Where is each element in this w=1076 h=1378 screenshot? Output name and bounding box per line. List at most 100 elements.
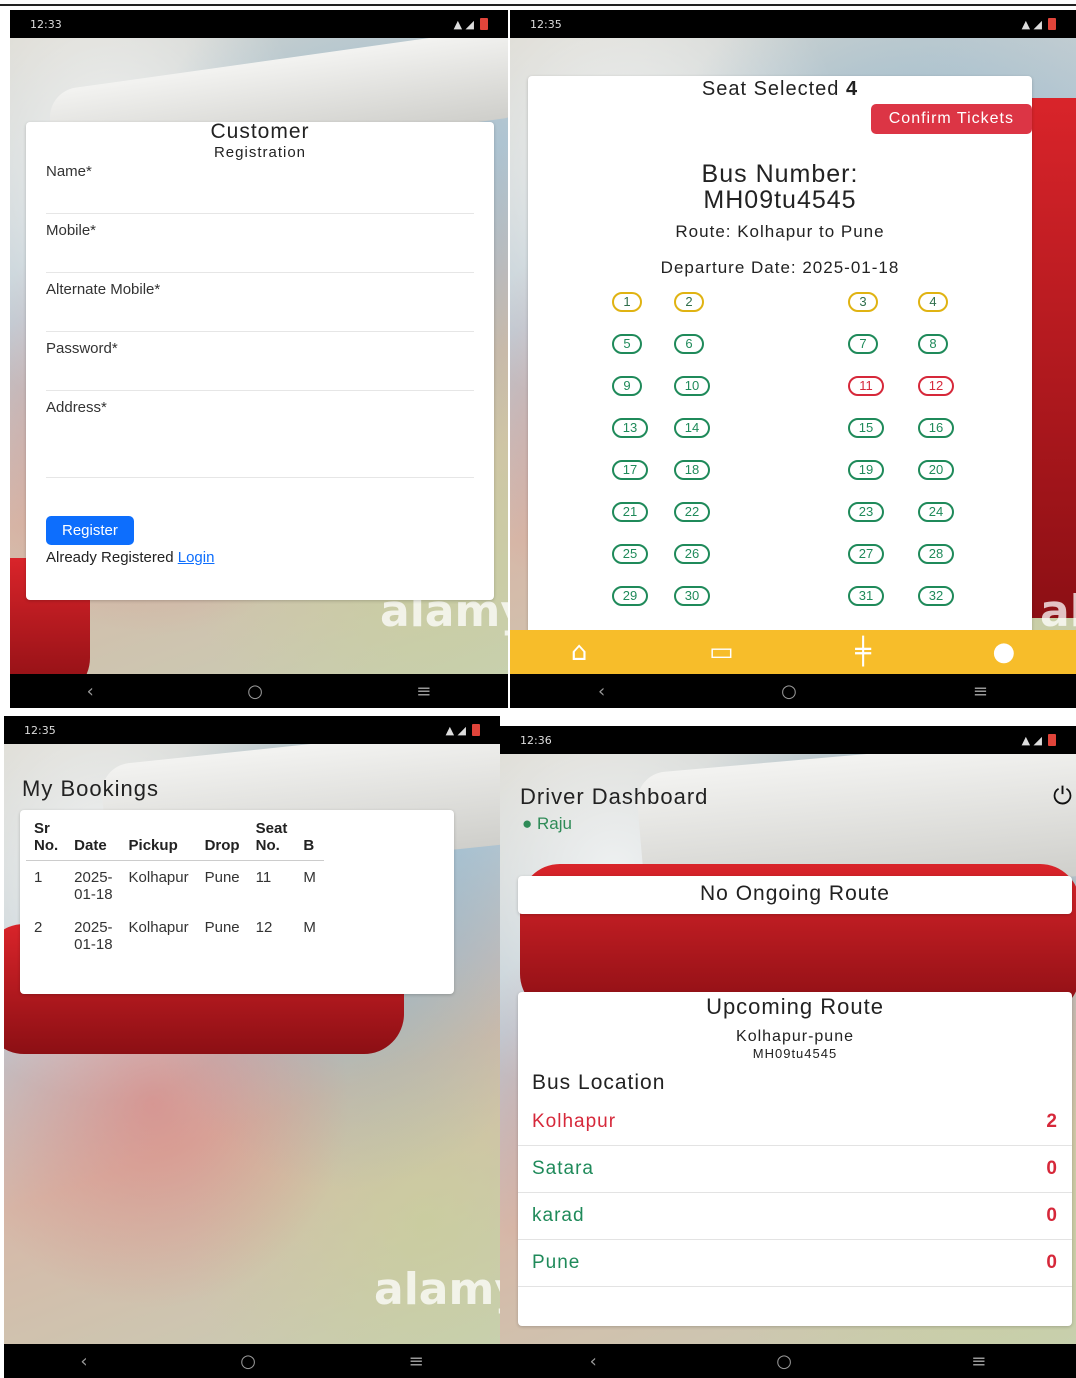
seat-7[interactable]: 7 (848, 334, 878, 354)
seat-16[interactable]: 16 (918, 418, 954, 438)
recents-icon[interactable]: ≡ (416, 681, 431, 702)
recents-icon[interactable]: ≡ (973, 681, 988, 702)
seat-6[interactable]: 6 (674, 334, 704, 354)
table-row[interactable]: 2 2025- 01-18 Kolhapur Pune 12 M (26, 911, 324, 961)
location-item[interactable]: Pune 0 (518, 1240, 1072, 1287)
seat-23[interactable]: 23 (848, 502, 884, 522)
seat-2[interactable]: 2 (674, 292, 704, 312)
header-pickup: Pickup (120, 814, 197, 861)
seat-24[interactable]: 24 (918, 502, 954, 522)
user-icon[interactable]: ● (992, 637, 1015, 667)
system-nav-bar: ‹ ○ ≡ (500, 1344, 1076, 1378)
seat-3[interactable]: 3 (848, 292, 878, 312)
address-label: Address* (46, 399, 107, 416)
seat-12[interactable]: 12 (918, 376, 954, 396)
table-header-row: Sr No. Date Pickup Drop Seat No. B (26, 814, 324, 861)
page-title: My Bookings (22, 776, 159, 801)
address-input[interactable] (46, 420, 474, 478)
seat-26[interactable]: 26 (674, 544, 710, 564)
status-icons: ▲ ◢ (1022, 734, 1056, 747)
system-nav-bar: ‹ ○ ≡ (4, 1344, 500, 1378)
seat-4[interactable]: 4 (918, 292, 948, 312)
seat-9[interactable]: 9 (612, 376, 642, 396)
ongoing-route-card: No Ongoing Route (518, 876, 1072, 914)
seat-8[interactable]: 8 (918, 334, 948, 354)
back-icon[interactable]: ‹ (80, 1351, 87, 1372)
logout-icon[interactable]: ⏻ (1053, 782, 1072, 810)
seat-28[interactable]: 28 (918, 544, 954, 564)
name-input[interactable] (46, 184, 474, 214)
form-subtitle: Registration (213, 144, 307, 161)
driver-name: Raju (537, 814, 572, 833)
seat-5[interactable]: 5 (612, 334, 642, 354)
status-bar: 12:35 ▲ ◢ (4, 716, 500, 744)
seat-10[interactable]: 10 (674, 376, 710, 396)
cell-seat: 11 (255, 869, 272, 886)
upcoming-bus-number: MH09tu4545 (752, 1046, 838, 1061)
cell-pickup: Kolhapur (128, 869, 189, 886)
home-circle-icon[interactable]: ○ (240, 1351, 256, 1372)
system-nav-bar: ‹ ○ ≡ (10, 674, 508, 708)
seat-21[interactable]: 21 (612, 502, 648, 522)
status-bar: 12:35 ▲ ◢ (510, 10, 1076, 38)
status-icons: ▲ ◢ (446, 724, 480, 737)
back-icon[interactable]: ‹ (598, 681, 605, 702)
watermark: alamy (374, 1264, 500, 1315)
seat-32[interactable]: 32 (918, 586, 954, 606)
home-circle-icon[interactable]: ○ (247, 681, 263, 702)
table-row[interactable]: 1 2025- 01-18 Kolhapur Pune 11 M (26, 861, 324, 912)
seat-1[interactable]: 1 (612, 292, 642, 312)
status-time: 12:33 (30, 17, 62, 31)
cell-drop: Pune (204, 919, 240, 936)
seat-selected-count: 4 (845, 78, 859, 100)
confirm-tickets-button[interactable]: Confirm Tickets (870, 104, 1032, 134)
battery-icon (480, 18, 488, 30)
seat-14[interactable]: 14 (674, 418, 710, 438)
password-input[interactable] (46, 361, 474, 391)
route-text: Route: Kolhapur to Pune (675, 222, 885, 241)
system-nav-bar: ‹ ○ ≡ (510, 674, 1076, 708)
location-count: 0 (1046, 1252, 1058, 1273)
bus-location-title: Bus Location (532, 1071, 666, 1094)
recents-icon[interactable]: ≡ (409, 1351, 424, 1372)
bus-icon[interactable]: ▭ (709, 637, 734, 667)
route-sign-icon[interactable]: ╪ (855, 637, 871, 667)
alternate-mobile-input[interactable] (46, 302, 474, 332)
seat-15[interactable]: 15 (848, 418, 884, 438)
location-item[interactable]: Kolhapur 2 (518, 1099, 1072, 1146)
back-icon[interactable]: ‹ (87, 681, 94, 702)
seat-29[interactable]: 29 (612, 586, 648, 606)
location-item[interactable]: karad 0 (518, 1193, 1072, 1240)
header-date: Date (66, 814, 121, 861)
back-icon[interactable]: ‹ (590, 1351, 597, 1372)
driver-name-line: ● Raju (522, 814, 572, 834)
seat-30[interactable]: 30 (674, 586, 710, 606)
home-circle-icon[interactable]: ○ (781, 681, 797, 702)
mobile-field-group: Mobile* (46, 222, 474, 273)
seat-20[interactable]: 20 (918, 460, 954, 480)
cell-seat: 12 (255, 919, 273, 936)
password-label: Password* (46, 340, 118, 357)
mobile-input[interactable] (46, 243, 474, 273)
seat-card: Seat Selected 4 Confirm Tickets Bus Numb… (528, 76, 1032, 646)
seat-17[interactable]: 17 (612, 460, 648, 480)
recents-icon[interactable]: ≡ (971, 1351, 986, 1372)
seat-31[interactable]: 31 (848, 586, 884, 606)
location-name: Pune (532, 1252, 581, 1273)
cell-bus: M (303, 869, 316, 886)
seat-11[interactable]: 11 (848, 376, 884, 396)
home-icon[interactable]: ⌂ (571, 637, 588, 667)
seat-27[interactable]: 27 (848, 544, 884, 564)
header-seat-no: Seat No. (247, 814, 296, 861)
departure-text: Departure Date: 2025-01-18 (660, 258, 900, 277)
register-button[interactable]: Register (46, 516, 134, 545)
login-link[interactable]: Login (178, 549, 215, 566)
seat-19[interactable]: 19 (848, 460, 884, 480)
seat-18[interactable]: 18 (674, 460, 710, 480)
location-item[interactable]: Satara 0 (518, 1146, 1072, 1193)
seat-25[interactable]: 25 (612, 544, 648, 564)
seat-13[interactable]: 13 (612, 418, 648, 438)
seat-22[interactable]: 22 (674, 502, 710, 522)
home-circle-icon[interactable]: ○ (776, 1351, 792, 1372)
form-title: Customer (210, 120, 310, 143)
